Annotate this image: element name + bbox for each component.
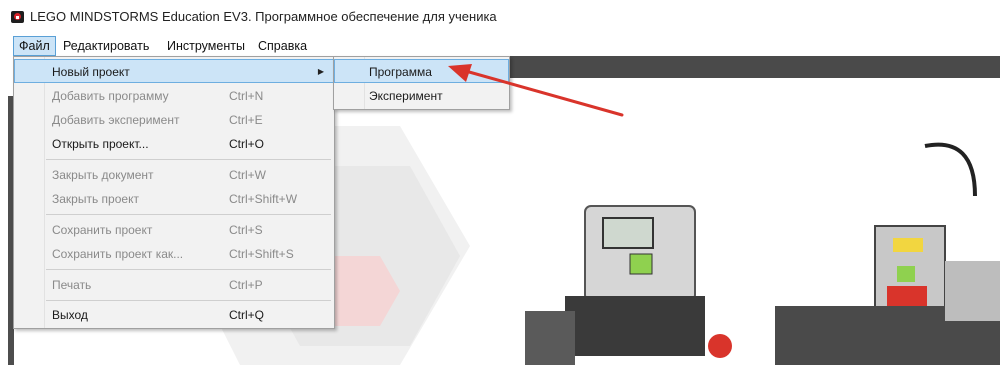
menu-item-label: Выход <box>52 308 88 322</box>
title-bar: LEGO MINDSTORMS Education EV3. Программн… <box>0 0 1000 32</box>
menu-item-label: Сохранить проект как... <box>52 247 184 261</box>
menu-item-add-program[interactable]: Добавить программу Ctrl+N <box>14 84 334 108</box>
menu-file[interactable]: Файл <box>13 36 56 56</box>
file-menu-dropdown: Новый проект ▶ Добавить программу Ctrl+N… <box>13 56 335 329</box>
menu-item-shortcut: Ctrl+O <box>229 137 265 151</box>
menu-item-exit[interactable]: Выход Ctrl+Q <box>14 303 334 327</box>
menu-item-shortcut: Ctrl+W <box>229 168 266 182</box>
submenu-arrow-icon: ▶ <box>317 67 324 76</box>
menu-item-label: Добавить программу <box>52 89 169 103</box>
menu-item-shortcut: Ctrl+Shift+W <box>229 192 298 206</box>
menu-item-label: Закрыть документ <box>52 168 154 182</box>
menu-separator <box>46 300 331 301</box>
menu-item-label: Новый проект <box>52 65 130 79</box>
menu-item-shortcut: Ctrl+N <box>229 89 264 103</box>
menu-item-shortcut: Ctrl+Shift+S <box>229 247 294 261</box>
menu-separator <box>46 214 331 215</box>
menu-item-shortcut: Ctrl+Q <box>229 308 265 322</box>
annotation-arrow-icon <box>448 64 624 117</box>
menu-item-shortcut: Ctrl+E <box>229 113 263 127</box>
window-title: LEGO MINDSTORMS Education EV3. Программн… <box>30 9 497 24</box>
menu-item-new-project[interactable]: Новый проект ▶ <box>14 59 334 83</box>
menu-separator <box>46 269 331 270</box>
menu-separator <box>46 159 331 160</box>
lego-mindstorms-app-icon <box>11 11 24 23</box>
menu-item-open-project[interactable]: Открыть проект... Ctrl+O <box>14 132 334 156</box>
ev3-robots-image <box>525 142 1000 365</box>
submenu-item-label: Эксперимент <box>369 89 443 103</box>
submenu-item-label: Программа <box>369 65 432 79</box>
menu-edit[interactable]: Редактировать <box>58 36 154 56</box>
menu-item-print[interactable]: Печать Ctrl+P <box>14 273 334 297</box>
menu-help[interactable]: Справка <box>253 36 312 56</box>
menu-item-label: Добавить эксперимент <box>52 113 180 127</box>
menu-item-save-project-as[interactable]: Сохранить проект как... Ctrl+Shift+S <box>14 242 334 266</box>
menu-item-add-experiment[interactable]: Добавить эксперимент Ctrl+E <box>14 108 334 132</box>
menu-item-shortcut: Ctrl+P <box>229 278 263 292</box>
menu-item-label: Печать <box>52 278 92 292</box>
menu-item-save-project[interactable]: Сохранить проект Ctrl+S <box>14 218 334 242</box>
menu-item-shortcut: Ctrl+S <box>229 223 263 237</box>
menu-item-close-project[interactable]: Закрыть проект Ctrl+Shift+W <box>14 187 334 211</box>
menu-item-label: Закрыть проект <box>52 192 139 206</box>
menu-tools[interactable]: Инструменты <box>162 36 250 56</box>
menu-item-label: Сохранить проект <box>52 223 153 237</box>
menu-item-close-document[interactable]: Закрыть документ Ctrl+W <box>14 163 334 187</box>
menu-bar: Файл Редактировать Инструменты Справка <box>0 36 1000 56</box>
menu-item-label: Открыть проект... <box>52 137 149 151</box>
